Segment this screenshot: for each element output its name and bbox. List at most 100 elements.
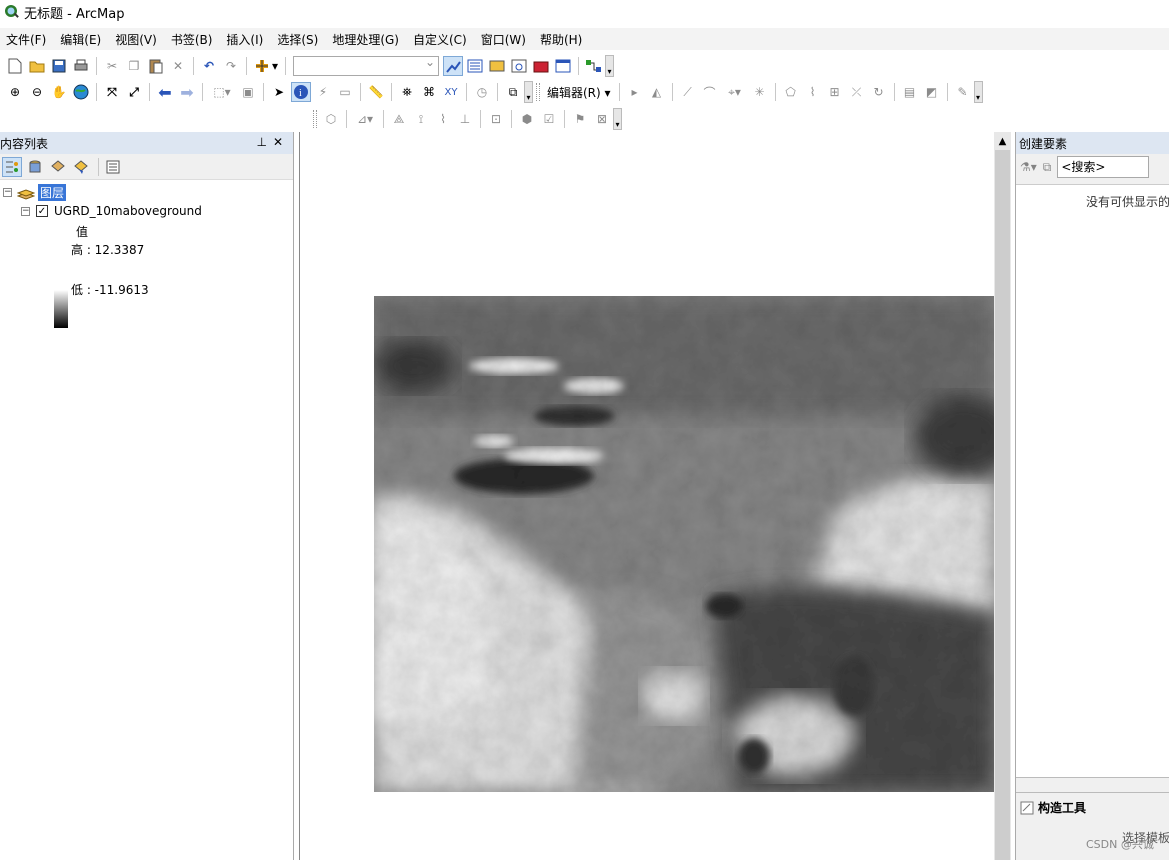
- select-features-icon[interactable]: ⬚▾: [208, 82, 236, 102]
- list-by-drawing-order-icon[interactable]: [2, 156, 22, 177]
- cut-icon[interactable]: ✂: [102, 56, 122, 76]
- toolbar-options-chevron[interactable]: ▾: [605, 55, 614, 77]
- find-route-icon[interactable]: ⌘: [419, 82, 439, 102]
- measure-icon[interactable]: 📏: [366, 82, 386, 102]
- back-arrow-icon[interactable]: ⬅: [155, 82, 175, 102]
- identify-icon[interactable]: i: [291, 82, 311, 102]
- close-icon[interactable]: ✕: [273, 135, 289, 149]
- menu-help[interactable]: 帮助(H): [534, 31, 590, 48]
- validate-extent-icon[interactable]: ☑: [539, 109, 559, 129]
- menu-edit[interactable]: 编辑(E): [54, 31, 109, 48]
- reshape-icon[interactable]: ⌇: [803, 82, 823, 102]
- topology-toolbar-chevron[interactable]: ▾: [613, 108, 622, 130]
- rotate-icon[interactable]: ↻: [869, 82, 889, 102]
- edit-vertices-icon[interactable]: ⬠: [781, 82, 801, 102]
- hyperlink-icon[interactable]: ⚡: [313, 82, 333, 102]
- clear-selection-icon[interactable]: ▣: [238, 82, 258, 102]
- catalog-icon[interactable]: [487, 56, 507, 76]
- go-to-xy-icon[interactable]: XY: [441, 82, 461, 102]
- menu-bookmarks[interactable]: 书签(B): [165, 31, 221, 48]
- map-display[interactable]: [299, 132, 994, 860]
- end-point-arc-icon[interactable]: ⌒: [700, 82, 720, 102]
- editor-toolbar-toggle-icon[interactable]: [443, 56, 463, 76]
- forward-arrow-icon[interactable]: ➡: [177, 82, 197, 102]
- template-copy-icon[interactable]: ⧉: [1043, 160, 1052, 175]
- error-inspector-icon[interactable]: ⚑: [570, 109, 590, 129]
- map-scale-combo[interactable]: [293, 55, 439, 76]
- model-builder-icon[interactable]: [584, 56, 604, 76]
- topology-edit-icon[interactable]: ⟁: [389, 109, 409, 129]
- delete-icon[interactable]: ✕: [168, 56, 188, 76]
- split-icon[interactable]: ⤫: [847, 82, 867, 102]
- layer-name[interactable]: UGRD_10maboveground: [54, 204, 202, 218]
- paste-icon[interactable]: [146, 56, 166, 76]
- map-topology-icon[interactable]: ⊿▾: [352, 109, 378, 129]
- organize-templates-icon[interactable]: ⚗▾: [1020, 160, 1037, 174]
- tools-toolbar-chevron[interactable]: ▾: [524, 81, 533, 103]
- generalize-icon[interactable]: ⊡: [486, 109, 506, 129]
- menu-customize[interactable]: 自定义(C): [407, 31, 475, 48]
- open-folder-icon[interactable]: [27, 56, 47, 76]
- layer-visibility-checkbox[interactable]: ✓: [36, 205, 48, 217]
- find-binoculars-icon[interactable]: ⛯: [397, 82, 417, 102]
- menu-file[interactable]: 文件(F): [0, 31, 54, 48]
- redo-icon[interactable]: ↷: [221, 56, 241, 76]
- menu-geoprocessing[interactable]: 地理处理(G): [326, 31, 407, 48]
- fixed-zoom-out-icon[interactable]: ⤢: [124, 82, 144, 102]
- trace-icon[interactable]: ⌖▾: [722, 82, 748, 102]
- reshape-edge-icon[interactable]: ⌇: [433, 109, 453, 129]
- html-popup-icon[interactable]: ▭: [335, 82, 355, 102]
- zoom-in-icon[interactable]: ⊕: [5, 82, 25, 102]
- fix-topology-error-icon[interactable]: ⊠: [592, 109, 612, 129]
- create-viewer-window-icon[interactable]: ⧉: [503, 82, 523, 102]
- list-by-selection-icon[interactable]: [71, 157, 91, 177]
- layer-row[interactable]: − ✓ UGRD_10maboveground: [21, 204, 202, 218]
- menu-view[interactable]: 视图(V): [109, 31, 165, 48]
- editor-toolbar-chevron[interactable]: ▾: [973, 81, 983, 103]
- print-icon[interactable]: [71, 56, 91, 76]
- list-by-visibility-icon[interactable]: [48, 157, 68, 177]
- menu-insert[interactable]: 插入(I): [220, 31, 271, 48]
- python-window-icon[interactable]: [553, 56, 573, 76]
- layers-group-label[interactable]: 图层: [38, 184, 67, 201]
- align-edge-icon[interactable]: ⊥: [455, 109, 475, 129]
- editor-menu-button[interactable]: 编辑器(R) ▾: [543, 84, 615, 101]
- options-icon[interactable]: [103, 157, 123, 177]
- scrollbar-thumb[interactable]: [995, 150, 1010, 860]
- map-vertical-scrollbar[interactable]: ▲: [994, 132, 1011, 860]
- search-window-icon[interactable]: [509, 56, 529, 76]
- collapse-layer-toggle[interactable]: −: [21, 206, 30, 216]
- arctoolbox-icon[interactable]: [531, 56, 551, 76]
- save-icon[interactable]: [49, 56, 69, 76]
- menu-windows[interactable]: 窗口(W): [475, 31, 534, 48]
- full-extent-globe-icon[interactable]: [71, 82, 91, 102]
- template-search-input[interactable]: <搜索>: [1057, 156, 1150, 178]
- straight-segment-icon[interactable]: ⟋: [678, 82, 698, 102]
- select-elements-arrow-icon[interactable]: ➤: [269, 82, 289, 102]
- list-by-source-icon[interactable]: [25, 157, 45, 177]
- modify-edge-icon[interactable]: ⟟: [411, 109, 431, 129]
- collapse-layers-toggle[interactable]: −: [3, 188, 12, 197]
- edit-annotation-icon[interactable]: ◭: [647, 82, 667, 102]
- table-of-contents-icon[interactable]: [465, 56, 485, 76]
- undo-icon[interactable]: ↶: [199, 56, 219, 76]
- layers-group-row[interactable]: − 图层: [3, 184, 67, 201]
- copy-icon[interactable]: ❐: [124, 56, 144, 76]
- sketch-properties-icon[interactable]: ◩: [922, 82, 942, 102]
- scroll-up-arrow-icon[interactable]: ▲: [994, 132, 1011, 150]
- add-data-icon[interactable]: ▾: [252, 56, 280, 76]
- menu-selection[interactable]: 选择(S): [271, 31, 326, 48]
- pin-icon[interactable]: ⊥: [256, 135, 272, 149]
- create-features-icon[interactable]: ✎: [953, 82, 973, 102]
- validate-topology-icon[interactable]: ⬢: [517, 109, 537, 129]
- topology-select-icon[interactable]: ⬡: [321, 109, 341, 129]
- fixed-zoom-in-icon[interactable]: ⤧: [102, 82, 122, 102]
- pan-hand-icon[interactable]: ✋: [49, 82, 69, 102]
- edit-tool-icon[interactable]: ▸: [625, 82, 645, 102]
- attributes-icon[interactable]: ▤: [900, 82, 920, 102]
- zoom-out-icon[interactable]: ⊖: [27, 82, 47, 102]
- new-document-icon[interactable]: [5, 56, 25, 76]
- time-slider-icon[interactable]: ◷: [472, 82, 492, 102]
- point-icon[interactable]: ✳: [750, 82, 770, 102]
- cut-polygons-icon[interactable]: ⊞: [825, 82, 845, 102]
